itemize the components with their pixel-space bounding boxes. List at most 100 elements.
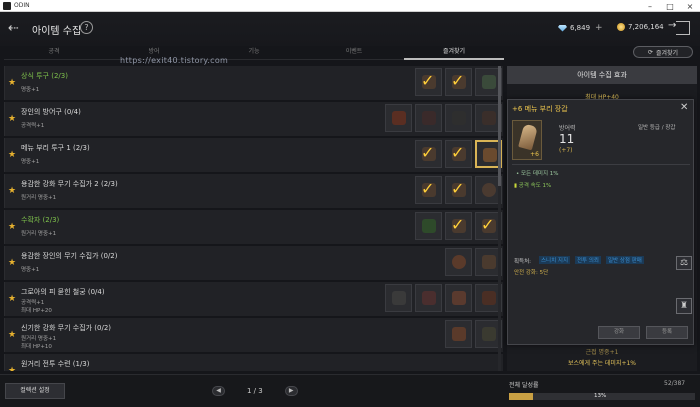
tab-attack[interactable]: 공격	[4, 46, 104, 60]
source-extra: 안전 강화: 5단	[514, 270, 549, 276]
item-slot[interactable]: ✓	[415, 140, 442, 168]
collection-reward: 최대 HP+20	[21, 308, 52, 314]
close-icon[interactable]: ✕	[680, 102, 688, 113]
collection-row[interactable]: ★ 수확자 (2/3) 원거리 명중+1 ✓ ✓	[4, 210, 503, 244]
tab-event[interactable]: 이벤트	[304, 46, 404, 60]
prev-page-icon[interactable]: ◀	[212, 386, 225, 396]
collection-row[interactable]: ★ 용감한 강화 무기 수집가 2 (2/3) 원거리 명중+1 ✓ ✓	[4, 174, 503, 208]
pagination: ◀ 1 / 3 ▶	[212, 386, 298, 396]
item-slot[interactable]: ✓	[445, 140, 472, 168]
collection-title: 장인의 방어구 (0/4)	[21, 108, 81, 116]
npc-icon[interactable]: ♜	[676, 298, 692, 314]
item-slot[interactable]: ✓	[445, 176, 472, 204]
item-detail-popup: +6 메뉴 부리 장갑 ✕ +6 방어력 11 (+7) 일반 등급 / 장갑 …	[507, 99, 694, 345]
collection-row[interactable]: ★ 상식 투구 (2/3) 명중+1 ✓ ✓	[4, 66, 503, 100]
exit-icon[interactable]	[668, 20, 690, 35]
collection-title: 상식 투구 (2/3)	[21, 72, 68, 80]
armor-icon	[422, 291, 436, 305]
next-page-icon[interactable]: ▶	[284, 386, 298, 396]
list-scrollbar[interactable]	[498, 66, 501, 371]
collection-title: 메뉴 부리 투구 1 (2/3)	[21, 144, 90, 152]
effects-header: 아이템 수집 효과	[507, 66, 697, 84]
collection-row[interactable]: ★ 용감한 장인의 무기 수집가 (0/2) 명중+1	[4, 246, 503, 280]
collection-reward: 원거리 명중+1	[21, 231, 57, 237]
shield-icon	[452, 255, 466, 269]
stat-bonus: (+7)	[559, 147, 573, 154]
item-slot[interactable]: ✓	[415, 68, 442, 96]
favorite-star-icon[interactable]: ★	[8, 222, 16, 232]
item-slot[interactable]	[445, 284, 472, 312]
collection-reward: 원거리 명중+1	[21, 336, 57, 342]
gold-amount: 7,206,164	[628, 23, 664, 31]
progress-percent: 13%	[594, 393, 607, 399]
item-slot[interactable]	[445, 320, 472, 348]
glove-icon	[483, 148, 497, 162]
collection-row[interactable]: ★ 그로아의 피 묻힌 철궁 (0/4) 공격력+1 최대 HP+20	[4, 282, 503, 316]
add-diamond-icon[interactable]: +	[595, 23, 603, 33]
item-slot[interactable]	[445, 248, 472, 276]
collection-title: 신기한 강화 무기 수집가 (0/2)	[21, 324, 112, 332]
close-window-icon[interactable]: ×	[680, 0, 700, 12]
collection-title: 그로아의 피 묻힌 철궁 (0/4)	[21, 288, 105, 296]
register-button[interactable]: 등록	[646, 326, 688, 339]
axe-icon	[482, 255, 496, 269]
favorite-star-icon[interactable]: ★	[8, 150, 16, 160]
favorite-star-icon[interactable]: ★	[8, 330, 16, 340]
favorite-star-icon[interactable]: ★	[8, 366, 16, 371]
favorite-star-icon[interactable]: ★	[8, 258, 16, 268]
back-icon[interactable]: ⇠	[8, 22, 28, 36]
check-icon: ✓	[481, 215, 495, 234]
collection-row[interactable]: ★ 장인의 방어구 (0/4) 공격력+1	[4, 102, 503, 136]
stat-label: 방어력	[559, 125, 576, 132]
collection-row[interactable]: ★ 원거리 전투 수련 (1/3)	[4, 354, 503, 371]
favorite-star-icon[interactable]: ★	[8, 186, 16, 196]
scrollbar-thumb[interactable]	[498, 66, 501, 186]
source-link[interactable]: 스니치 지지	[539, 256, 571, 264]
item-option: ▮ 공격 속도 1%	[514, 181, 551, 189]
collection-row[interactable]: ★ 신기한 강화 무기 수집가 (0/2) 원거리 명중+1 최대 HP+10	[4, 318, 503, 352]
bottom-bar: 컬렉션 설정 ◀ 1 / 3 ▶ 전체 달성률 52/387 13%	[0, 374, 700, 407]
collection-row[interactable]: ★ 메뉴 부리 투구 1 (2/3) 명중+1 ✓ ✓	[4, 138, 503, 172]
item-slot[interactable]	[415, 104, 442, 132]
favorites-filter-button[interactable]: ⟳ 즐겨찾기	[633, 46, 693, 58]
favorite-star-icon[interactable]: ★	[8, 78, 16, 88]
bow-icon	[482, 327, 496, 341]
collection-reward: 명중+1	[21, 267, 40, 273]
armor-icon	[422, 111, 436, 125]
source-link[interactable]: 전투 의뢰	[575, 256, 601, 264]
collection-reward: 명중+1	[21, 87, 40, 93]
minimize-icon[interactable]: –	[640, 0, 660, 12]
item-slot[interactable]	[385, 284, 412, 312]
diamond-icon	[558, 24, 567, 32]
helmet-icon	[392, 291, 406, 305]
popup-title-name: 메뉴 부리 장갑	[524, 105, 568, 113]
item-slot[interactable]	[445, 104, 472, 132]
boot-icon	[482, 291, 496, 305]
favorite-star-icon[interactable]: ★	[8, 294, 16, 304]
check-icon: ✓	[421, 143, 435, 162]
check-icon: ✓	[451, 179, 465, 198]
mace-icon	[452, 327, 466, 341]
item-slot[interactable]	[415, 212, 442, 240]
maximize-icon[interactable]: □	[660, 0, 680, 12]
item-slot[interactable]: ✓	[445, 212, 472, 240]
item-slot[interactable]	[385, 104, 412, 132]
item-slot[interactable]: ✓	[415, 176, 442, 204]
collection-settings-button[interactable]: 컬렉션 설정	[5, 383, 65, 399]
check-icon: ✓	[451, 215, 465, 234]
collection-list: ★ 상식 투구 (2/3) 명중+1 ✓ ✓ ★ 장인의 방어구 (0/4) 공…	[4, 66, 503, 371]
check-icon: ✓	[451, 71, 465, 90]
tab-favorites[interactable]: 즐겨찾기	[404, 46, 504, 60]
enhance-button[interactable]: 강화	[598, 326, 640, 339]
help-icon[interactable]: ?	[80, 21, 93, 34]
armor-icon	[482, 111, 496, 125]
compare-icon[interactable]: ⚖	[676, 256, 692, 270]
source-link[interactable]: 일반 상점 판매	[606, 256, 644, 264]
favorite-star-icon[interactable]: ★	[8, 114, 16, 124]
item-slot[interactable]: ✓	[445, 68, 472, 96]
collection-title: 수확자 (2/3)	[21, 216, 60, 224]
item-slot[interactable]	[415, 284, 442, 312]
glove-icon	[518, 123, 538, 151]
gold-coin-icon	[617, 23, 625, 31]
item-thumbnail: +6	[512, 120, 542, 160]
